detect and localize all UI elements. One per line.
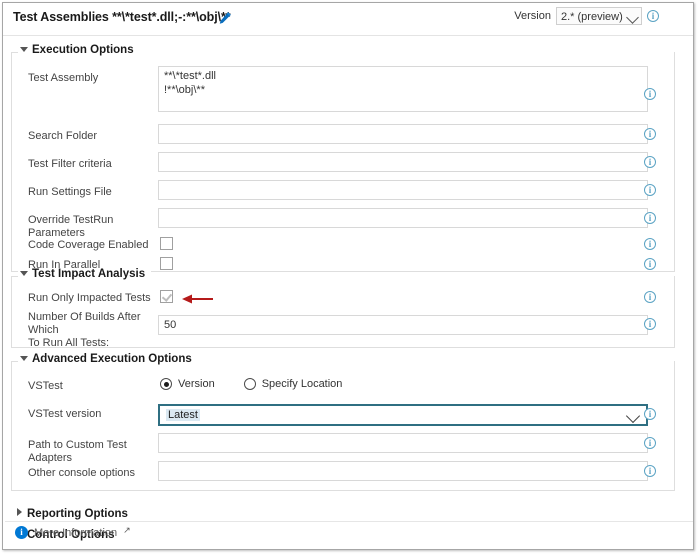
run-settings-file-input[interactable] (158, 180, 648, 200)
triangle-down-icon (20, 47, 28, 52)
more-information-link[interactable]: i More Information ↗ (15, 525, 131, 539)
label-vstest: VSTest (28, 380, 63, 392)
vstest-radio-group: Version Specify Location (160, 378, 342, 390)
row-other-console-options: Other console options i (12, 461, 676, 487)
run-in-parallel-checkbox[interactable] (160, 257, 173, 270)
section-title-reporting-options: Reporting Options (27, 508, 128, 520)
label-test-filter-criteria: Test Filter criteria (28, 158, 112, 170)
label-search-folder: Search Folder (28, 130, 98, 142)
label-other-console-options: Other console options (28, 467, 136, 479)
row-number-of-builds: Number Of Builds After Which To Run All T… (12, 310, 676, 349)
row-override-testrun-parameters: Override TestRun Parameters i (12, 208, 676, 239)
label-number-of-builds: Number Of Builds After Which To Run All T… (28, 311, 158, 350)
row-test-filter-criteria: Test Filter criteria i (12, 152, 676, 178)
triangle-right-icon (17, 508, 22, 516)
section-title-test-impact-analysis: Test Impact Analysis (32, 268, 146, 280)
info-icon-run-only-impacted-tests[interactable]: i (644, 291, 656, 303)
radio-specify-location-label: Specify Location (261, 378, 343, 390)
info-icon-test-assembly[interactable]: i (644, 88, 656, 100)
section-advanced-execution-options: Advanced Execution Options VSTest Versio… (11, 353, 676, 491)
row-vstest-version: VSTest version Latest i (12, 403, 676, 429)
info-icon-override-testrun-parameters[interactable]: i (644, 212, 656, 224)
other-console-options-input[interactable] (158, 461, 648, 481)
label-code-coverage-enabled: Code Coverage Enabled (28, 239, 149, 251)
row-code-coverage-enabled: Code Coverage Enabled i (12, 236, 676, 256)
label-run-settings-file: Run Settings File (28, 186, 112, 198)
task-config-panel: Test Assemblies **\*test*.dll;-:**\obj\*… (2, 2, 694, 550)
version-select[interactable]: 2.* (preview) (556, 7, 642, 25)
version-control-group: Version 2.* (preview) i (514, 7, 659, 25)
row-run-only-impacted-tests: Run Only Impacted Tests i (12, 288, 676, 310)
triangle-down-icon (20, 356, 28, 361)
row-search-folder: Search Folder i (12, 124, 676, 150)
screenshot-root: Test Assemblies **\*test*.dll;-:**\obj\*… (0, 0, 700, 554)
version-info-icon[interactable]: i (647, 10, 659, 22)
info-icon: i (15, 526, 28, 539)
section-title-execution-options: Execution Options (32, 44, 134, 56)
vstest-version-select[interactable]: Latest (158, 404, 648, 426)
row-run-settings-file: Run Settings File i (12, 180, 676, 206)
more-information-label: More Information (34, 526, 118, 539)
info-icon-number-of-builds[interactable]: i (644, 318, 656, 330)
chevron-down-icon (625, 408, 641, 424)
panel-header: Test Assemblies **\*test*.dll;-:**\obj\*… (3, 3, 693, 36)
info-icon-vstest-version[interactable]: i (644, 408, 656, 420)
test-assembly-input[interactable] (158, 66, 648, 112)
row-test-assembly: Test Assembly i (12, 66, 676, 118)
section-title-advanced-execution-options: Advanced Execution Options (32, 353, 192, 365)
label-vstest-version: VSTest version (28, 408, 102, 420)
info-icon-run-settings-file[interactable]: i (644, 184, 656, 196)
info-icon-search-folder[interactable]: i (644, 128, 656, 140)
path-to-custom-test-adapters-input[interactable] (158, 433, 648, 453)
label-run-only-impacted-tests: Run Only Impacted Tests (28, 292, 151, 304)
info-icon-code-coverage-enabled[interactable]: i (644, 238, 656, 250)
radio-option-specify-location[interactable]: Specify Location (243, 378, 343, 390)
chevron-down-icon (626, 11, 639, 24)
radio-version-icon (160, 378, 172, 390)
external-link-icon: ↗ (123, 525, 131, 535)
radio-version-label: Version (178, 378, 215, 390)
info-icon-path-to-custom-test-adapters[interactable]: i (644, 437, 656, 449)
row-path-to-custom-test-adapters: Path to Custom Test Adapters i (12, 433, 676, 464)
search-folder-input[interactable] (158, 124, 648, 144)
number-of-builds-input[interactable] (158, 315, 648, 335)
pencil-icon[interactable] (218, 11, 232, 25)
row-vstest: VSTest Version Specify Location (12, 375, 676, 399)
label-number-of-builds-line2: To Run All Tests: (28, 337, 110, 349)
info-icon-other-console-options[interactable]: i (644, 465, 656, 477)
annotation-arrow-icon (182, 294, 213, 304)
section-header-advanced-execution-options[interactable]: Advanced Execution Options (18, 353, 198, 365)
radio-specify-location-icon (243, 378, 256, 390)
label-test-assembly: Test Assembly (28, 72, 99, 84)
test-filter-criteria-input[interactable] (158, 152, 648, 172)
section-execution-options: Execution Options Test Assembly i Search… (11, 44, 676, 272)
info-icon-test-filter-criteria[interactable]: i (644, 156, 656, 168)
vstest-version-select-value: Latest (166, 409, 200, 421)
panel-body: Execution Options Test Assembly i Search… (3, 36, 693, 549)
section-header-reporting-options[interactable]: Reporting Options (17, 508, 128, 520)
page-title: Test Assemblies **\*test*.dll;-:**\obj\*… (13, 10, 231, 24)
triangle-down-icon (20, 271, 28, 276)
info-icon-run-in-parallel[interactable]: i (644, 258, 656, 270)
radio-option-version[interactable]: Version (160, 378, 215, 390)
footer-divider (5, 521, 693, 522)
version-label: Version (514, 10, 551, 22)
code-coverage-enabled-checkbox[interactable] (160, 237, 173, 250)
section-header-execution-options[interactable]: Execution Options (18, 44, 140, 56)
override-testrun-parameters-input[interactable] (158, 208, 648, 228)
run-only-impacted-tests-checkbox[interactable] (160, 290, 173, 303)
section-header-test-impact-analysis[interactable]: Test Impact Analysis (18, 268, 152, 280)
section-test-impact-analysis: Test Impact Analysis Run Only Impacted T… (11, 268, 676, 349)
label-number-of-builds-line1: Number Of Builds After Which (28, 311, 141, 336)
version-select-value: 2.* (preview) (561, 11, 623, 23)
